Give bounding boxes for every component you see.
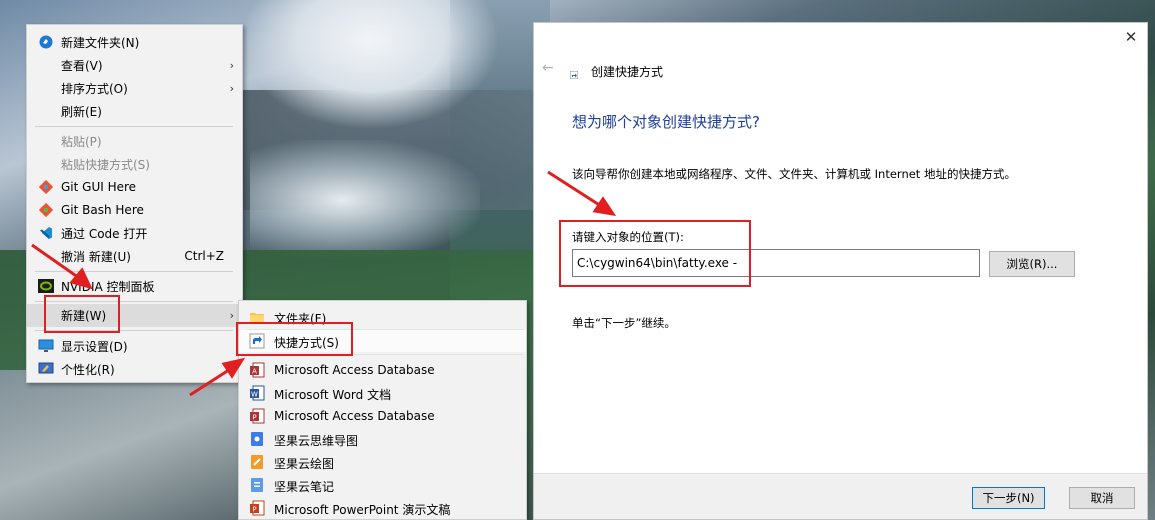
vscode-icon xyxy=(38,225,54,241)
menu-separator xyxy=(35,271,233,272)
access-icon: P xyxy=(249,408,265,424)
new-folder-icon xyxy=(38,34,54,50)
submenu-item-word-document[interactable]: W Microsoft Word 文档 xyxy=(239,382,526,404)
display-icon xyxy=(38,338,54,354)
submenu-item-access-database-2[interactable]: P Microsoft Access Database xyxy=(239,405,526,427)
wizard-heading: 想为哪个对象创建快捷方式? xyxy=(572,113,760,131)
submenu-item-jianguoyun-draw[interactable]: 坚果云绘图 xyxy=(239,451,526,473)
word-icon: W xyxy=(249,385,265,401)
menu-item-refresh[interactable]: 刷新(E) xyxy=(27,100,242,122)
menu-item-open-with-code[interactable]: 通过 Code 打开 xyxy=(27,222,242,244)
jianguoyun-draw-icon xyxy=(249,454,265,470)
continue-hint: 单击“下一步”继续。 xyxy=(572,316,676,330)
svg-text:P: P xyxy=(252,414,256,422)
dialog-title: 创建快捷方式 xyxy=(591,65,664,79)
menu-item-sort[interactable]: 排序方式(O) › xyxy=(27,77,242,99)
shortcut-wizard-icon xyxy=(569,68,579,80)
menu-item-git-bash[interactable]: Git Bash Here xyxy=(27,199,242,221)
menu-item-view[interactable]: 查看(V) › xyxy=(27,54,242,76)
menu-item-personalize[interactable]: 个性化(R) xyxy=(27,358,242,380)
submenu-item-powerpoint[interactable]: P Microsoft PowerPoint 演示文稿 xyxy=(239,497,526,519)
access-icon: A xyxy=(249,362,265,378)
chevron-right-icon: › xyxy=(229,58,234,72)
menu-item-paste-shortcut: 粘贴快捷方式(S) xyxy=(61,157,150,172)
menu-item-nvidia[interactable]: NVIDIA 控制面板 xyxy=(27,275,242,297)
svg-text:A: A xyxy=(252,368,257,376)
menu-item-display-settings[interactable]: 显示设置(D) xyxy=(27,335,242,357)
menu-item-undo-new[interactable]: 撤消 新建(U) Ctrl+Z xyxy=(27,245,242,267)
next-button[interactable]: 下一步(N) xyxy=(972,487,1045,509)
svg-text:P: P xyxy=(252,506,256,514)
menu-item-paste: 粘贴(P) xyxy=(61,134,102,149)
annotation-box-shortcut xyxy=(236,322,353,356)
back-arrow-icon[interactable]: ← xyxy=(542,60,554,76)
menu-separator xyxy=(35,126,233,127)
submenu-item-access-database[interactable]: A Microsoft Access Database xyxy=(239,359,526,381)
git-icon xyxy=(38,202,54,218)
chevron-right-icon: › xyxy=(229,81,234,95)
jianguoyun-note-icon xyxy=(249,477,265,493)
wizard-description: 该向导帮你创建本地或网络程序、文件、文件夹、计算机或 Internet 地址的快… xyxy=(572,167,1016,181)
annotation-box-new xyxy=(44,295,120,333)
cancel-button[interactable]: 取消 xyxy=(1069,487,1135,509)
jianguoyun-mindmap-icon xyxy=(249,431,265,447)
menu-item-new-folder[interactable]: 新建文件夹(N) xyxy=(27,31,242,53)
close-icon[interactable]: ✕ xyxy=(1123,29,1139,45)
personalize-icon xyxy=(38,361,54,377)
submenu-item-jianguoyun-mindmap[interactable]: 坚果云思维导图 xyxy=(239,428,526,450)
browse-button[interactable]: 浏览(R)... xyxy=(989,251,1075,277)
submenu-item-jianguoyun-note[interactable]: 坚果云笔记 xyxy=(239,474,526,496)
menu-item-git-gui[interactable]: Git GUI Here xyxy=(27,176,242,198)
git-icon xyxy=(38,179,54,195)
dialog-footer: 下一步(N) 取消 xyxy=(534,473,1147,519)
annotation-box-location xyxy=(559,220,751,287)
powerpoint-icon: P xyxy=(249,500,265,516)
svg-text:W: W xyxy=(251,391,258,399)
chevron-right-icon: › xyxy=(229,309,234,322)
nvidia-icon xyxy=(38,278,54,294)
